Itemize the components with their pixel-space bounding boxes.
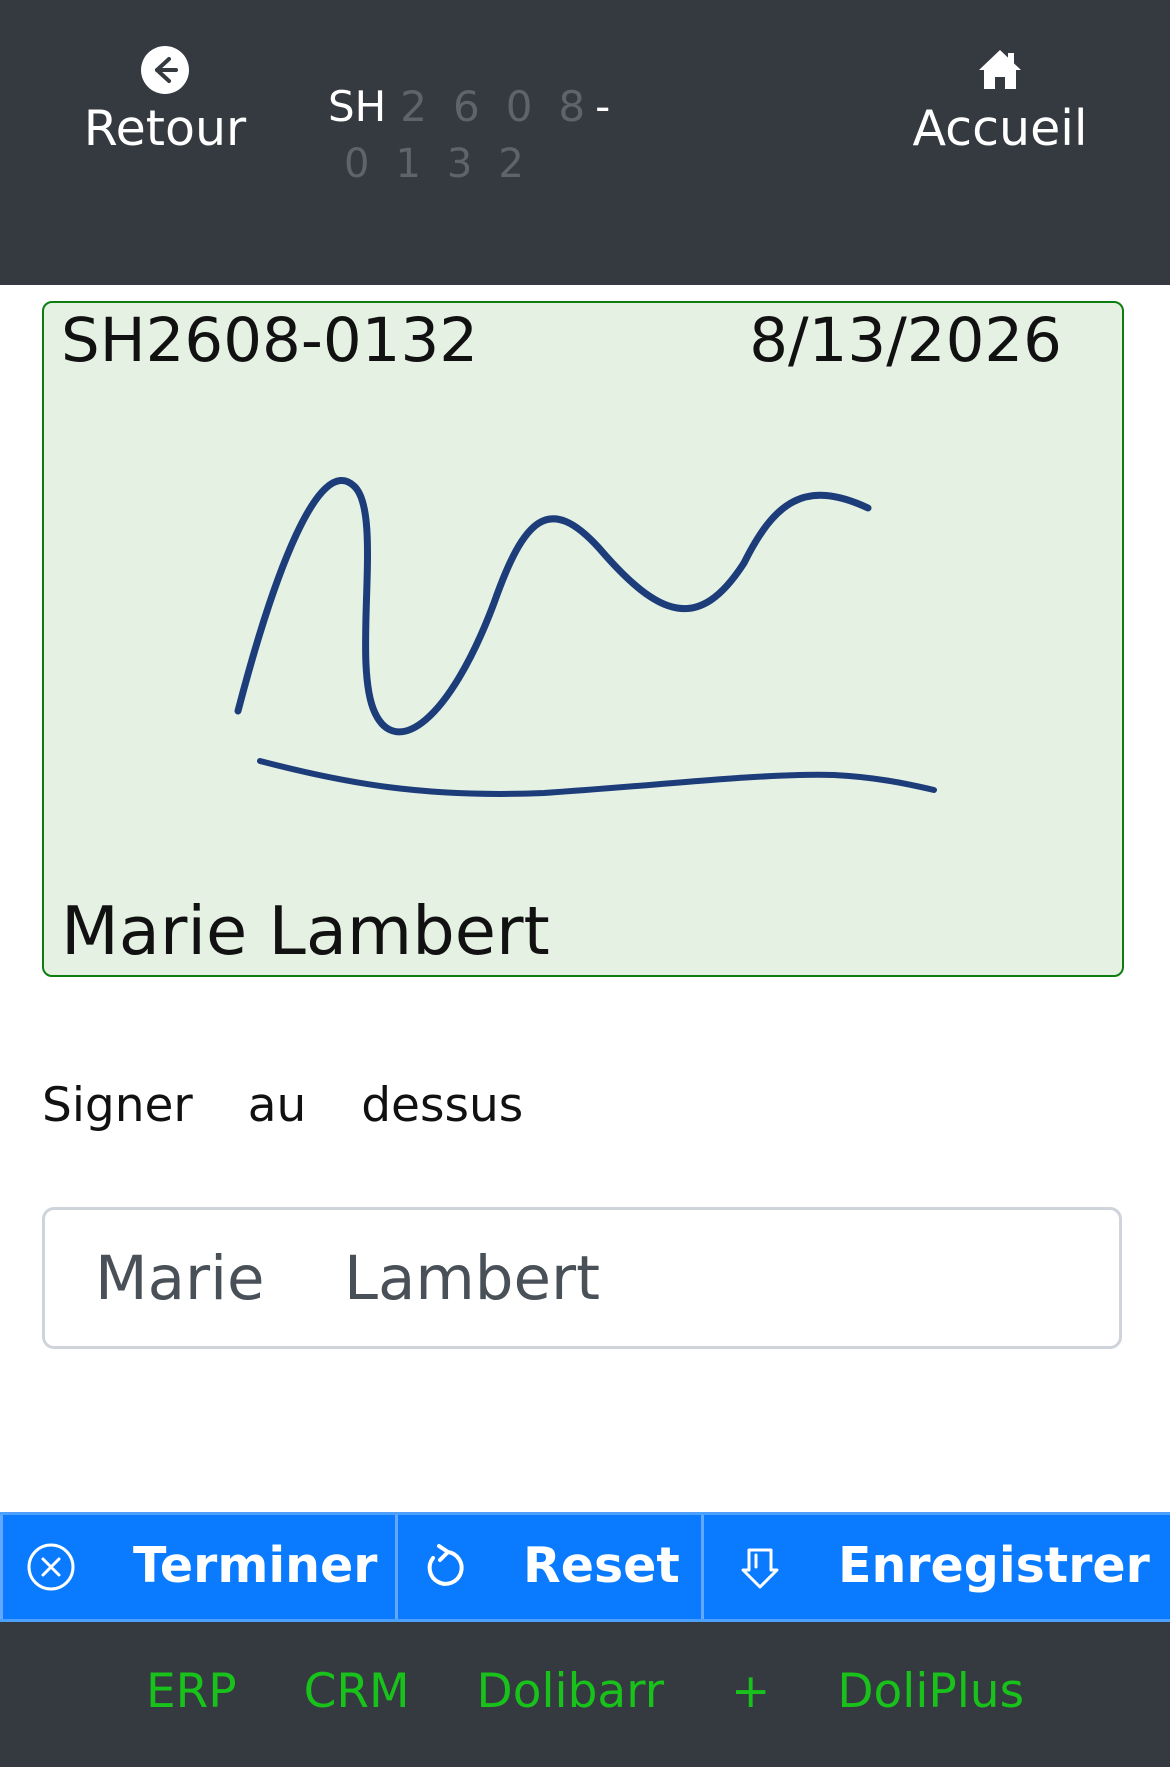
signature-drawing xyxy=(234,477,937,797)
signature-stroke-main xyxy=(234,477,872,736)
ref-dash: - xyxy=(595,82,611,131)
signature-stroke-underline xyxy=(257,758,937,797)
home-button[interactable]: Accueil xyxy=(895,44,1105,156)
footer-text: ERP CRM Dolibarr + DoliPlus xyxy=(145,1664,1025,1719)
footer: ERP CRM Dolibarr + DoliPlus xyxy=(0,1622,1170,1767)
signature-pad[interactable]: SH2608-0132 8/13/2026 Marie Lambert xyxy=(42,301,1124,977)
top-navbar: Retour SH 2608- 0132 Accueil xyxy=(0,0,1170,285)
page-title: SH 2608- 0132 xyxy=(328,80,648,194)
x-circle-icon xyxy=(27,1543,75,1591)
ref-digits-line2: 0132 xyxy=(344,141,550,187)
sign-hint-label: Signer au dessus xyxy=(42,1078,524,1133)
finish-label: Terminer xyxy=(133,1537,378,1594)
rotate-icon xyxy=(427,1544,464,1586)
save-label: Enregistrer xyxy=(838,1537,1150,1594)
back-label: Retour xyxy=(83,100,247,157)
reset-label: Reset xyxy=(523,1537,680,1594)
ref-digits-line1: 2608 xyxy=(400,82,612,131)
signer-name-input[interactable] xyxy=(42,1207,1122,1349)
finish-button[interactable]: Terminer xyxy=(0,1515,398,1619)
ref-prefix: SH xyxy=(328,82,387,131)
save-button[interactable]: Enregistrer xyxy=(704,1515,1170,1619)
download-icon xyxy=(741,1548,779,1589)
home-icon xyxy=(979,50,1021,89)
back-button[interactable]: Retour xyxy=(60,44,270,156)
reset-button[interactable]: Reset xyxy=(398,1515,704,1619)
signature-signer-name: Marie Lambert xyxy=(61,892,550,970)
home-label: Accueil xyxy=(912,100,1088,157)
action-bar: Terminer Reset Enregistrer xyxy=(0,1512,1170,1622)
arrow-left-circle-icon xyxy=(141,46,189,94)
